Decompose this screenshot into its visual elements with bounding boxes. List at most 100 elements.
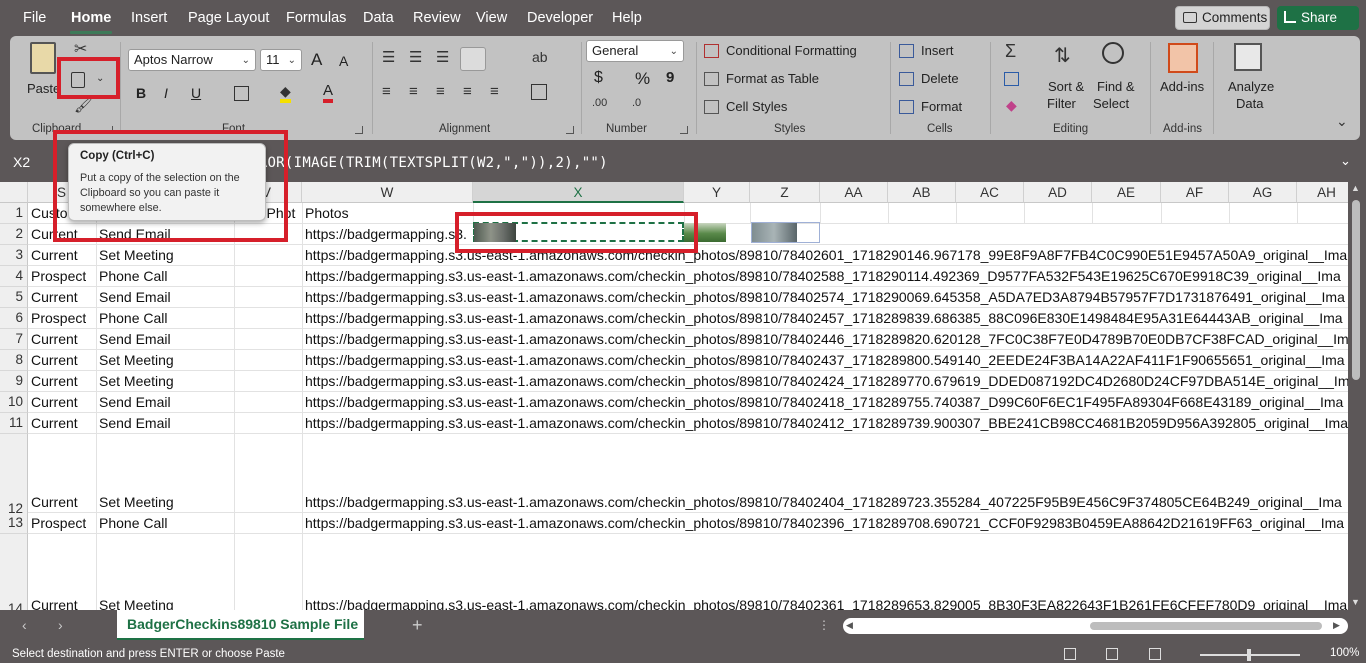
font-size-dropdown[interactable]: 11 ⌄ <box>260 49 302 71</box>
cell[interactable]: Current <box>31 595 78 610</box>
cell[interactable]: Send Email <box>99 392 171 412</box>
comments-button[interactable]: Comments <box>1175 6 1270 30</box>
format-painter-icon[interactable]: 🖌 <box>74 98 93 113</box>
decrease-decimal-icon[interactable]: .0 <box>632 98 641 109</box>
cell[interactable]: Set Meeting <box>99 595 174 610</box>
cell[interactable]: Photos <box>305 203 349 223</box>
scroll-up-icon[interactable]: ▲ <box>1351 184 1360 193</box>
find-select-button[interactable]: Find & <box>1097 79 1135 94</box>
sheet-tab[interactable]: BadgerCheckins89810 Sample File <box>117 610 364 640</box>
currency-button[interactable]: $ <box>594 69 603 87</box>
addins-icon[interactable] <box>1168 43 1198 73</box>
underline-button[interactable]: U <box>191 85 201 101</box>
scroll-left-icon[interactable]: ◀ <box>846 621 853 630</box>
column-header[interactable]: AA <box>820 182 888 203</box>
column-header[interactable]: AC <box>956 182 1024 203</box>
normal-view-icon[interactable] <box>1064 648 1076 660</box>
number-format-dropdown[interactable]: General ⌄ <box>586 40 684 62</box>
cell[interactable]: Current <box>31 350 78 370</box>
font-name-dropdown[interactable]: Aptos Narrow ⌄ <box>128 49 256 71</box>
align-top-icon[interactable]: ☰ <box>382 50 395 65</box>
cell[interactable]: Set Meeting <box>99 350 174 370</box>
row-header[interactable]: 1 <box>0 203 28 224</box>
horizontal-scroll-thumb[interactable] <box>1090 622 1322 630</box>
percent-button[interactable]: % <box>635 69 650 89</box>
decrease-indent-icon[interactable]: ≡ <box>463 84 472 99</box>
grow-font-button[interactable]: A <box>311 50 322 70</box>
align-middle-icon[interactable]: ☰ <box>409 50 422 65</box>
cell[interactable]: https://badgermapping.s3. <box>305 224 473 244</box>
share-button[interactable]: Share <box>1277 6 1359 30</box>
cell-styles-button[interactable]: Cell Styles <box>726 99 787 114</box>
row-header[interactable]: 13 <box>0 513 28 534</box>
page-layout-view-icon[interactable] <box>1106 648 1118 660</box>
cell[interactable]: Current <box>31 413 78 433</box>
fill-icon[interactable] <box>1004 72 1019 86</box>
name-box[interactable]: X2 <box>8 151 58 173</box>
scroll-right-icon[interactable]: ▶ <box>1333 621 1340 630</box>
cell[interactable]: Send Email <box>99 287 171 307</box>
column-header[interactable]: AG <box>1229 182 1297 203</box>
row-header[interactable]: 7 <box>0 329 28 350</box>
cell[interactable]: Phone Call <box>99 513 168 533</box>
scroll-down-icon[interactable]: ▼ <box>1351 598 1360 607</box>
cell[interactable]: Set Meeting <box>99 371 174 391</box>
cell[interactable]: https://badgermapping.s3.us-east-1.amazo… <box>305 413 1348 433</box>
wrap-text-icon[interactable]: ab <box>532 50 548 64</box>
column-header[interactable]: AE <box>1092 182 1161 203</box>
column-header[interactable]: AF <box>1161 182 1229 203</box>
row-header[interactable]: 11 <box>0 413 28 434</box>
cell[interactable]: Send Email <box>99 329 171 349</box>
formula-input[interactable]: RROR(IMAGE(TRIM(TEXTSPLIT(W2,",")),2),""… <box>250 155 608 171</box>
row-header[interactable]: 12 <box>0 434 28 516</box>
cell[interactable]: Phone Call <box>99 266 168 286</box>
collapse-ribbon-icon[interactable]: ⌄ <box>1336 114 1348 128</box>
addins-button[interactable]: Add-ins <box>1160 79 1204 94</box>
cell[interactable]: Prospect <box>31 308 86 328</box>
sort-filter-label-2[interactable]: Filter <box>1047 96 1076 111</box>
find-select-label-2[interactable]: Select <box>1093 96 1129 111</box>
cell[interactable]: https://badgermapping.s3.us-east-1.amazo… <box>305 287 1348 307</box>
clear-icon[interactable]: ◆ <box>1006 98 1017 112</box>
menu-page-layout[interactable]: Page Layout <box>188 10 269 26</box>
column-header[interactable]: Y <box>684 182 750 203</box>
cell[interactable]: Current <box>31 371 78 391</box>
alignment-launcher-icon[interactable] <box>566 126 574 134</box>
align-bottom-icon[interactable]: ☰ <box>436 50 449 65</box>
row-header[interactable]: 3 <box>0 245 28 266</box>
menu-review[interactable]: Review <box>413 10 461 26</box>
more-options-icon[interactable]: ⋮ <box>818 619 830 631</box>
row-header[interactable]: 4 <box>0 266 28 287</box>
cell[interactable]: Prospect <box>31 266 86 286</box>
row-header[interactable]: 5 <box>0 287 28 308</box>
cell[interactable]: Phone Call <box>99 308 168 328</box>
page-break-view-icon[interactable] <box>1149 648 1161 660</box>
select-all-corner[interactable] <box>0 182 28 203</box>
column-header[interactable]: AD <box>1024 182 1092 203</box>
cell[interactable]: Current <box>31 492 78 512</box>
cell[interactable]: https://badgermapping.s3.us-east-1.amazo… <box>305 329 1348 349</box>
menu-file[interactable]: File <box>23 10 46 26</box>
row-header[interactable]: 10 <box>0 392 28 413</box>
cell[interactable]: https://badgermapping.s3.us-east-1.amazo… <box>305 595 1348 610</box>
column-header[interactable]: W <box>302 182 473 203</box>
analyze-data-button[interactable]: Analyze <box>1228 79 1274 94</box>
menu-home[interactable]: Home <box>71 10 111 26</box>
menu-data[interactable]: Data <box>363 10 394 26</box>
increase-indent-icon[interactable]: ≡ <box>490 84 499 99</box>
column-header[interactable]: AB <box>888 182 956 203</box>
cell[interactable]: Prospect <box>31 513 86 533</box>
autosum-icon[interactable]: Σ <box>1005 42 1016 60</box>
italic-button[interactable]: I <box>164 85 168 101</box>
find-icon[interactable] <box>1102 42 1124 64</box>
font-color-button[interactable]: A <box>323 83 334 103</box>
insert-button[interactable]: Insert <box>921 43 954 58</box>
cell[interactable]: https://badgermapping.s3.us-east-1.amazo… <box>305 392 1348 412</box>
cell[interactable]: Send Email <box>99 413 171 433</box>
format-as-table-button[interactable]: Format as Table <box>726 71 819 86</box>
row-header[interactable]: 2 <box>0 224 28 245</box>
increase-decimal-icon[interactable]: .00 <box>592 98 607 109</box>
sort-filter-button[interactable]: Sort & <box>1048 79 1084 94</box>
menu-developer[interactable]: Developer <box>527 10 593 26</box>
shrink-font-button[interactable]: A <box>339 53 348 69</box>
